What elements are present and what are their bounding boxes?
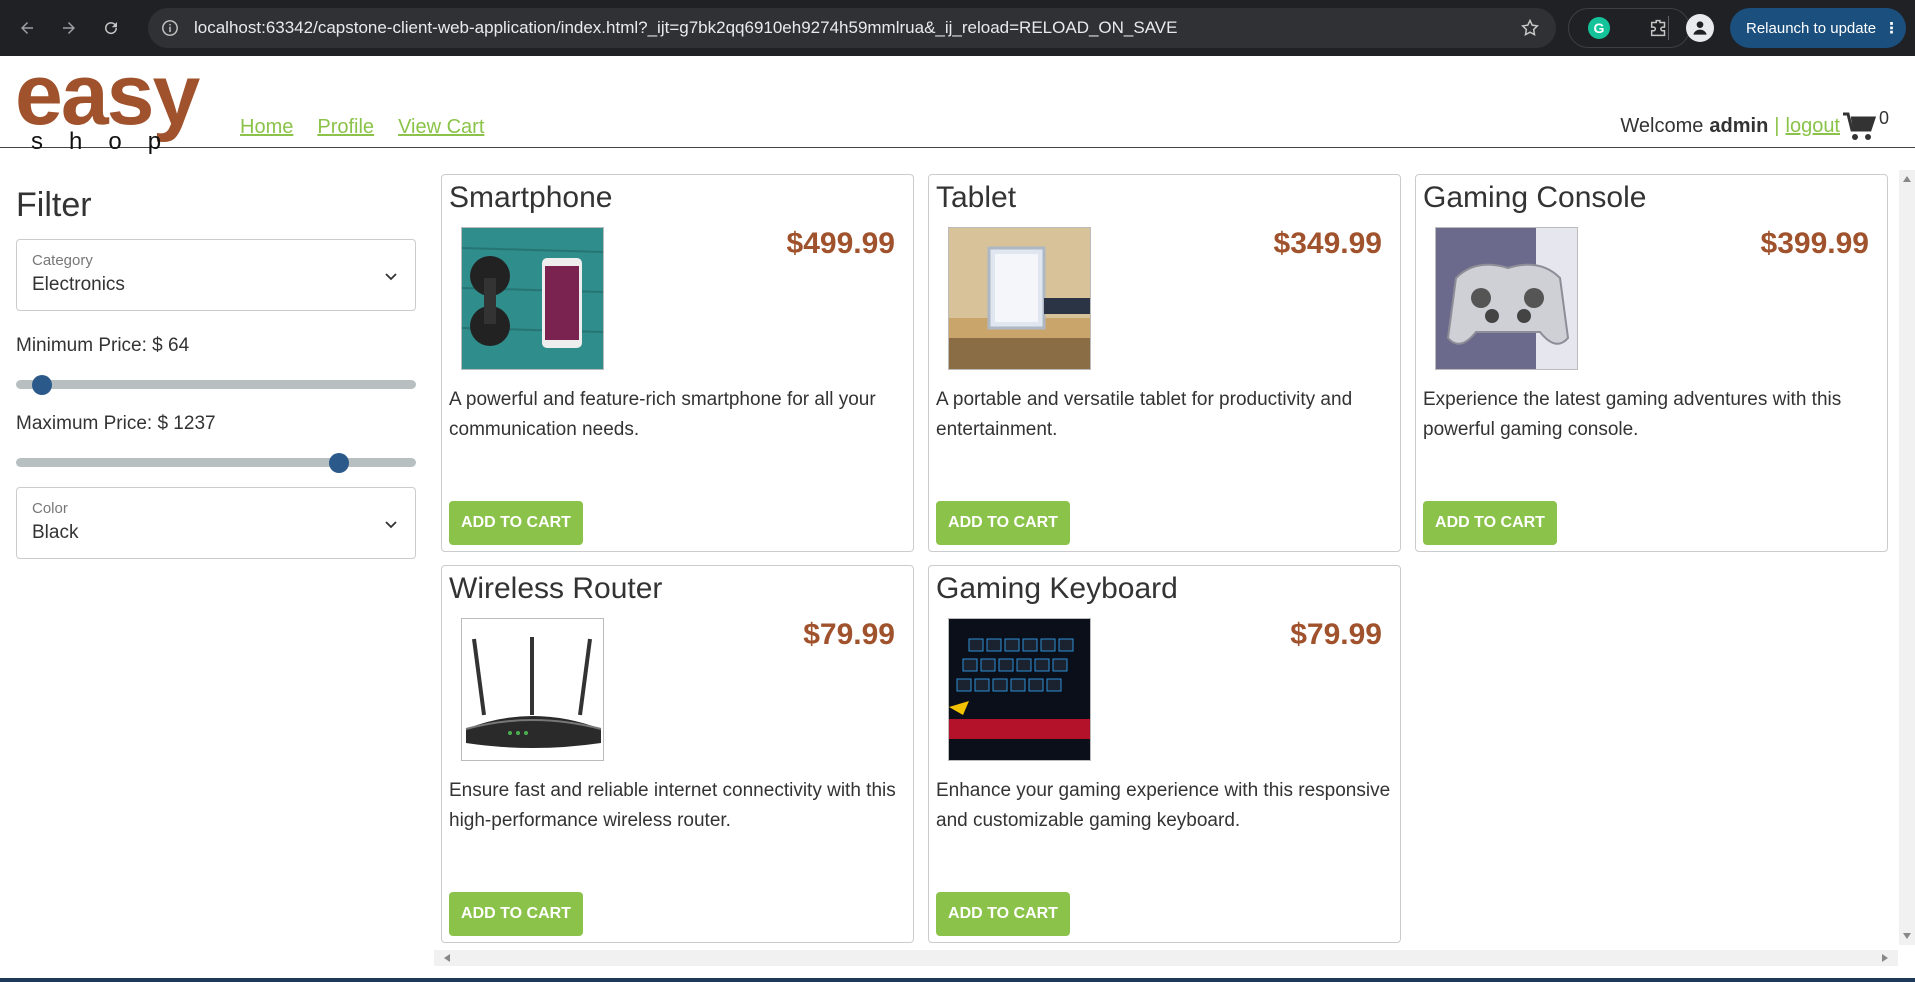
- color-select[interactable]: Color Black: [16, 487, 416, 559]
- chevron-down-icon: [385, 521, 397, 529]
- product-price: $349.99: [1273, 227, 1382, 260]
- relaunch-button[interactable]: Relaunch to update ⋮: [1730, 8, 1906, 48]
- logo-text-easy: easy: [15, 47, 200, 143]
- tablet-image: [948, 227, 1091, 370]
- product-name: Tablet: [936, 181, 1017, 214]
- product-name: Wireless Router: [449, 572, 663, 605]
- product-name: Gaming Keyboard: [936, 572, 1178, 605]
- horizontal-scrollbar[interactable]: [434, 950, 1898, 966]
- logout-link[interactable]: logout: [1786, 115, 1841, 138]
- product-price: $79.99: [1290, 618, 1382, 651]
- scroll-up-arrow-icon[interactable]: [1903, 176, 1911, 182]
- add-to-cart-button[interactable]: ADD TO CART: [449, 501, 583, 545]
- add-to-cart-button[interactable]: ADD TO CART: [936, 892, 1070, 936]
- scroll-left-arrow-icon[interactable]: [444, 954, 450, 962]
- grammarly-icon[interactable]: G: [1587, 16, 1611, 40]
- category-value: Electronics: [32, 274, 125, 295]
- gaming-keyboard-image: [948, 618, 1091, 761]
- chevron-down-icon: [385, 273, 397, 281]
- vertical-scrollbar[interactable]: [1899, 170, 1915, 945]
- product-price: $399.99: [1760, 227, 1869, 260]
- main-nav: Home Profile View Cart: [240, 116, 484, 139]
- product-card: Gaming Console $399.99 Experience the la…: [1415, 174, 1888, 552]
- category-label: Category: [32, 252, 93, 269]
- easyshop-logo[interactable]: easy shop: [15, 47, 215, 155]
- filter-panel: Filter Category Electronics Minimum Pric…: [16, 186, 416, 559]
- add-to-cart-button[interactable]: ADD TO CART: [936, 501, 1070, 545]
- taskbar-edge: [0, 978, 1915, 982]
- grammarly-letter: G: [1588, 17, 1610, 39]
- product-description: Enhance your gaming experience with this…: [936, 780, 1391, 831]
- scroll-right-arrow-icon[interactable]: [1882, 954, 1888, 962]
- address-bar[interactable]: localhost:63342/capstone-client-web-appl…: [148, 8, 1556, 48]
- slider-track: [16, 380, 416, 389]
- min-price-label: Minimum Price: $ 64: [16, 335, 190, 356]
- reload-icon[interactable]: [96, 13, 126, 43]
- product-description: Experience the latest gaming adventures …: [1423, 389, 1842, 440]
- smartphone-image: [461, 227, 604, 370]
- cart-count-badge: 0: [1878, 108, 1889, 128]
- slider-thumb[interactable]: [329, 453, 349, 473]
- profile-avatar-icon[interactable]: [1686, 14, 1714, 42]
- product-card: Gaming Keyboard $79.99 Enhance your gami…: [928, 565, 1401, 943]
- slider-track: [16, 458, 416, 467]
- wireless-router-image: [461, 618, 604, 761]
- max-price-slider[interactable]: [16, 453, 416, 473]
- browser-toolbar: localhost:63342/capstone-client-web-appl…: [0, 0, 1915, 56]
- forward-arrow-icon[interactable]: [54, 13, 84, 43]
- kebab-menu-icon[interactable]: ⋮: [1884, 19, 1899, 37]
- nav-link-profile[interactable]: Profile: [317, 116, 374, 139]
- product-description: A powerful and feature-rich smartphone f…: [449, 389, 876, 440]
- slider-thumb[interactable]: [32, 375, 52, 395]
- user-greeting: Welcome admin | logout: [1620, 115, 1840, 138]
- product-description: A portable and versatile tablet for prod…: [936, 389, 1353, 440]
- product-card: Tablet $349.99 A portable and versatile …: [928, 174, 1401, 552]
- site-header: easy shop Home Profile View Cart Welcome…: [0, 47, 1915, 155]
- add-to-cart-button[interactable]: ADD TO CART: [449, 892, 583, 936]
- nav-link-home[interactable]: Home: [240, 116, 293, 139]
- shopping-cart-icon[interactable]: [1841, 108, 1877, 144]
- extensions-group: G: [1568, 8, 1690, 48]
- site-info-icon[interactable]: [160, 18, 180, 38]
- address-url[interactable]: localhost:63342/capstone-client-web-appl…: [194, 18, 1177, 38]
- back-arrow-icon[interactable]: [12, 13, 42, 43]
- relaunch-label: Relaunch to update: [1746, 19, 1877, 37]
- welcome-text: Welcome: [1620, 115, 1704, 137]
- scroll-down-arrow-icon[interactable]: [1903, 933, 1911, 939]
- max-price-label: Maximum Price: $ 1237: [16, 413, 216, 434]
- category-select[interactable]: Category Electronics: [16, 239, 416, 311]
- color-value: Black: [32, 522, 79, 543]
- username: admin: [1709, 115, 1769, 137]
- color-label: Color: [32, 500, 68, 517]
- gaming-console-image: [1435, 227, 1578, 370]
- product-price: $79.99: [803, 618, 895, 651]
- min-price-slider[interactable]: [16, 375, 416, 395]
- filter-title: Filter: [16, 186, 92, 224]
- nav-link-view-cart[interactable]: View Cart: [398, 116, 484, 139]
- product-name: Gaming Console: [1423, 181, 1647, 214]
- toolbar-divider: [1668, 16, 1669, 40]
- product-description: Ensure fast and reliable internet connec…: [449, 780, 896, 831]
- product-card: Wireless Router $79.99 Ensure fast and r…: [441, 565, 914, 943]
- separator: |: [1774, 115, 1780, 137]
- product-price: $499.99: [786, 227, 895, 260]
- bookmark-star-icon[interactable]: [1520, 18, 1540, 38]
- product-card: Smartphone $499.99 A powerful and featur…: [441, 174, 914, 552]
- product-name: Smartphone: [449, 181, 613, 214]
- add-to-cart-button[interactable]: ADD TO CART: [1423, 501, 1557, 545]
